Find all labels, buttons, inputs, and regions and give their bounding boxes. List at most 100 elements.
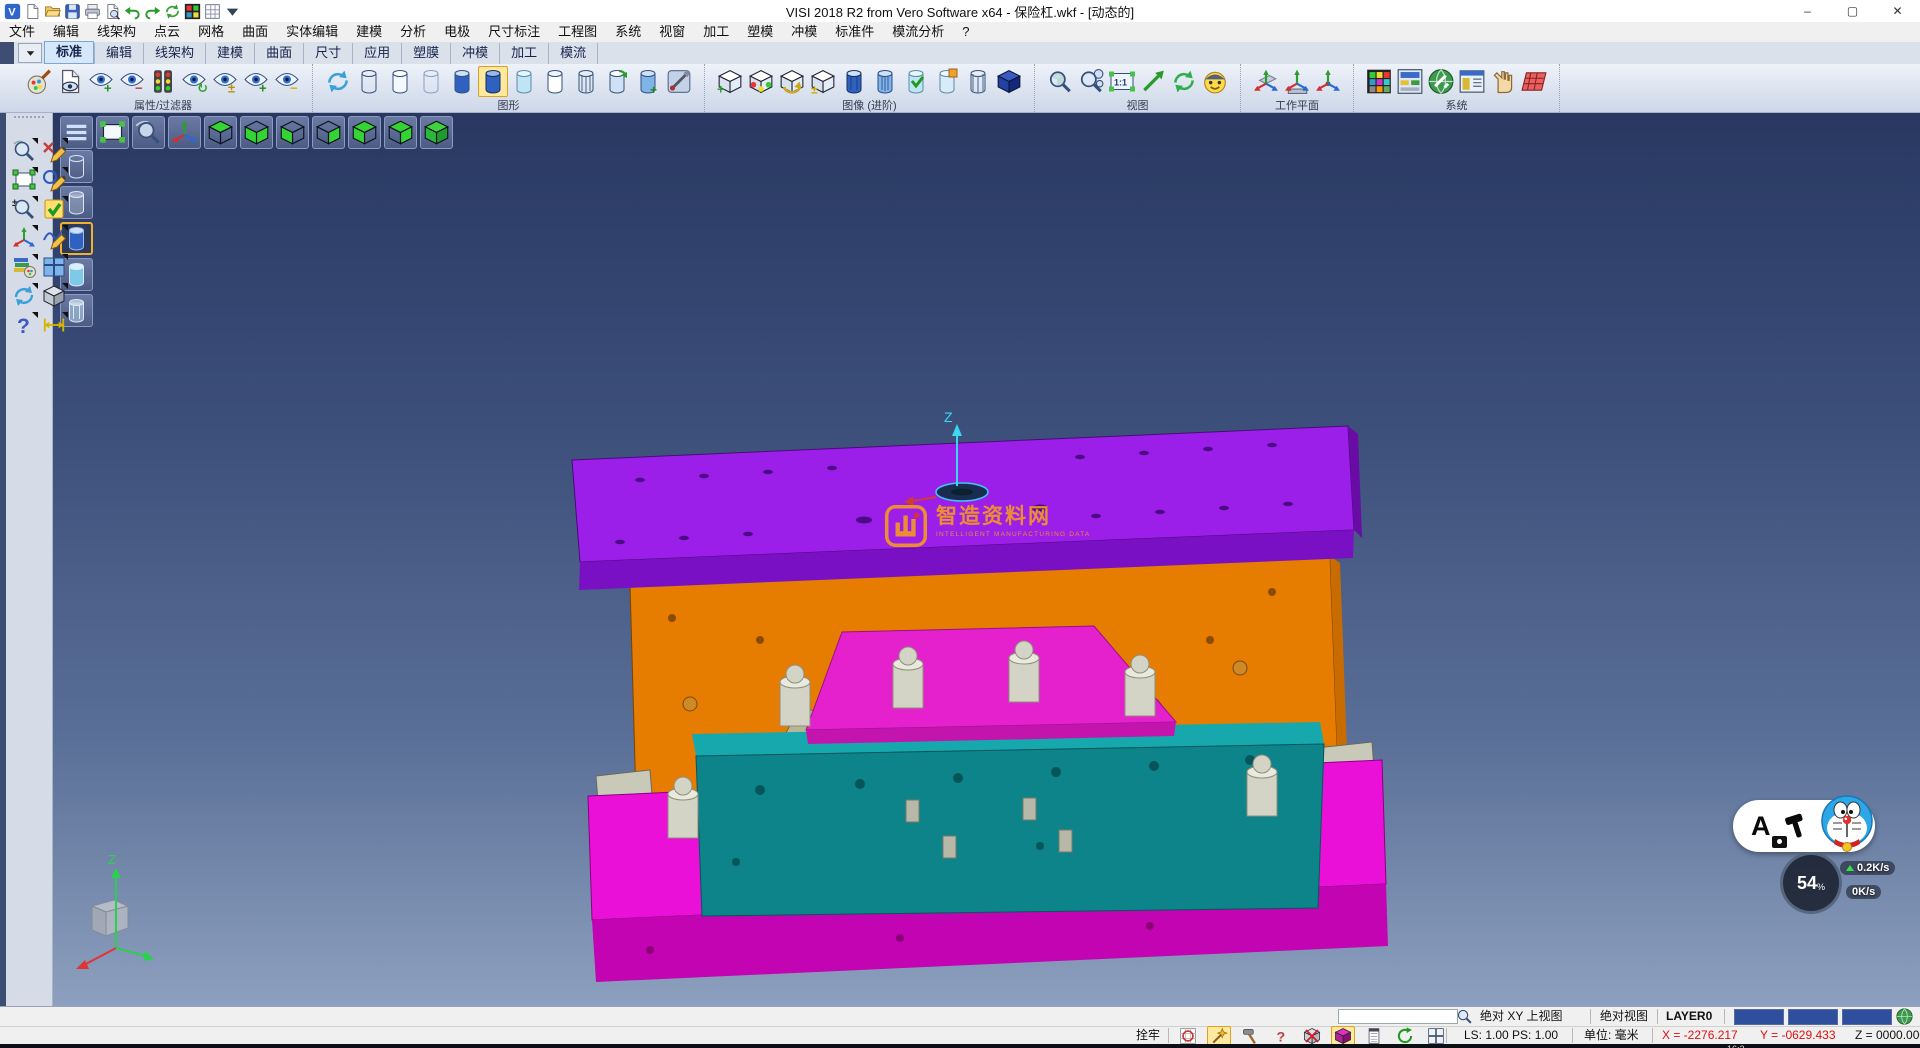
globe-icon[interactable]: [1896, 1008, 1913, 1025]
maximize-button[interactable]: ▢: [1830, 0, 1875, 22]
menu-item[interactable]: 分析: [391, 22, 435, 42]
menu-item[interactable]: 模流分析: [883, 22, 953, 42]
close-button[interactable]: ✕: [1875, 0, 1920, 22]
shaded-cylinder-icon[interactable]: [447, 66, 477, 97]
app-icon[interactable]: V: [4, 3, 21, 20]
palette-icon[interactable]: [184, 3, 201, 20]
regen-icon[interactable]: [323, 66, 353, 97]
zoom-solid-icon[interactable]: [1045, 66, 1075, 97]
hidden-cylinder-icon[interactable]: [385, 66, 415, 97]
auto-rotate-icon[interactable]: [1393, 1026, 1417, 1046]
image-settings-icon[interactable]: [1395, 66, 1425, 97]
image-plusminus-icon[interactable]: ±: [808, 66, 838, 97]
grid-icon[interactable]: [204, 3, 221, 20]
workplane-view-icon[interactable]: [1313, 66, 1343, 97]
ghost-cylinder-icon[interactable]: [416, 66, 446, 97]
guide-rail-right[interactable]: [1136, 700, 1236, 826]
mesh-cylinder-icon[interactable]: [963, 66, 993, 97]
zoom-scale-icon[interactable]: ±: [11, 196, 37, 222]
zoom-window-icon[interactable]: [11, 167, 37, 193]
zoom-1to1-icon[interactable]: 1:1: [1107, 66, 1137, 97]
menu-item[interactable]: 加工: [694, 22, 738, 42]
color-table-icon[interactable]: [1364, 66, 1394, 97]
core-block-front[interactable]: [696, 744, 1324, 916]
ribbon-tab[interactable]: 曲面: [254, 43, 303, 64]
core-block-top[interactable]: [692, 722, 1324, 756]
image-refresh-icon[interactable]: [777, 66, 807, 97]
ribbon-tab[interactable]: 应用: [352, 43, 401, 64]
grid-settings-icon[interactable]: [1519, 66, 1549, 97]
open-file-icon[interactable]: [44, 3, 61, 20]
view-mode-indicator[interactable]: 绝对 XY 上视图: [1480, 1007, 1562, 1026]
display-list-icon[interactable]: [1362, 1026, 1386, 1046]
barrel-striped-icon[interactable]: [870, 66, 900, 97]
assistant-widget[interactable]: A: [1733, 800, 1875, 852]
ribbon-tab[interactable]: 标准: [44, 41, 94, 64]
ribbon-tab[interactable]: 编辑: [94, 43, 143, 64]
menu-item[interactable]: 标准件: [826, 22, 883, 42]
dropdown-icon[interactable]: [224, 3, 241, 20]
print-icon[interactable]: [84, 3, 101, 20]
attribute-brush-icon[interactable]: [24, 66, 54, 97]
zoom-dynamic-icon[interactable]: [11, 138, 37, 164]
traffic-light-icon[interactable]: [148, 66, 178, 97]
check-cylinder-icon[interactable]: [901, 66, 931, 97]
measure-icon[interactable]: [41, 312, 67, 338]
ribbon-tab[interactable]: 冲模: [450, 43, 499, 64]
block-off-icon[interactable]: [1300, 1026, 1324, 1046]
minimize-button[interactable]: –: [1785, 0, 1830, 22]
undo-icon[interactable]: [124, 3, 141, 20]
base-plate-front[interactable]: [592, 884, 1388, 982]
ribbon-tab[interactable]: 加工: [499, 43, 548, 64]
view-front-icon[interactable]: [348, 116, 381, 149]
ribbon-tab[interactable]: 模流: [548, 43, 598, 64]
navy-cube-icon[interactable]: [994, 66, 1024, 97]
zoom-all-icon[interactable]: [1076, 66, 1106, 97]
shaded-edges-cylinder-icon[interactable]: [478, 66, 508, 97]
window-layout-icon[interactable]: [41, 254, 67, 280]
eye-minus-icon[interactable]: −: [272, 66, 302, 97]
add-image-icon[interactable]: +: [715, 66, 745, 97]
menu-item[interactable]: 网格: [189, 22, 233, 42]
ucs-origin-icon[interactable]: [11, 225, 37, 251]
shading-cube-icon[interactable]: [41, 283, 67, 309]
image-traffic-icon[interactable]: [746, 66, 776, 97]
snap-grid-icon[interactable]: [1176, 1026, 1200, 1046]
layer-color-swatch[interactable]: [1842, 1009, 1892, 1025]
view-refresh-icon[interactable]: [1169, 66, 1199, 97]
view-eye-icon[interactable]: [1200, 66, 1230, 97]
entity-attributes-icon[interactable]: [11, 254, 37, 280]
menu-item[interactable]: 文件: [0, 22, 44, 42]
view-right-icon[interactable]: [312, 116, 345, 149]
guide-block-left[interactable]: [596, 770, 654, 826]
transparent-cylinder-icon[interactable]: [509, 66, 539, 97]
pick-wand-icon[interactable]: [1207, 1026, 1231, 1046]
view-back-icon[interactable]: [384, 116, 417, 149]
graphics-settings-icon[interactable]: [664, 66, 694, 97]
speed-gauge[interactable]: 54 %: [1780, 852, 1842, 914]
menu-item[interactable]: 线架构: [88, 22, 145, 42]
active-layer-indicator[interactable]: LAYER0: [1666, 1007, 1712, 1026]
eye-refresh-icon[interactable]: ↻: [179, 66, 209, 97]
menu-item[interactable]: 点云: [145, 22, 189, 42]
menu-item[interactable]: 曲面: [233, 22, 277, 42]
multi-window-icon[interactable]: [1424, 1026, 1448, 1046]
3d-viewport[interactable]: Z Z: [52, 112, 1920, 1006]
view-bottom-icon[interactable]: [240, 116, 273, 149]
solid-snap-icon[interactable]: [1331, 1026, 1355, 1046]
zoom-previous-icon[interactable]: [132, 116, 165, 149]
menu-item[interactable]: 系统: [606, 22, 650, 42]
guide-block-right[interactable]: [1316, 742, 1376, 802]
view-iso-icon[interactable]: [420, 116, 453, 149]
eye-plusminus-icon[interactable]: ±: [210, 66, 240, 97]
stripper-plate[interactable]: [806, 626, 1176, 730]
workplane-face-icon[interactable]: [1282, 66, 1312, 97]
eye-remove-icon[interactable]: −: [117, 66, 147, 97]
guide-rail-left[interactable]: [726, 706, 822, 856]
tools-hammer-icon[interactable]: [1238, 1026, 1262, 1046]
base-plate-top[interactable]: [588, 760, 1386, 920]
menu-item[interactable]: 电极: [435, 22, 479, 42]
menu-item[interactable]: 实体编辑: [277, 22, 347, 42]
doraemon-avatar[interactable]: [1815, 793, 1879, 857]
syntax-help-icon[interactable]: ?: [1269, 1026, 1293, 1046]
